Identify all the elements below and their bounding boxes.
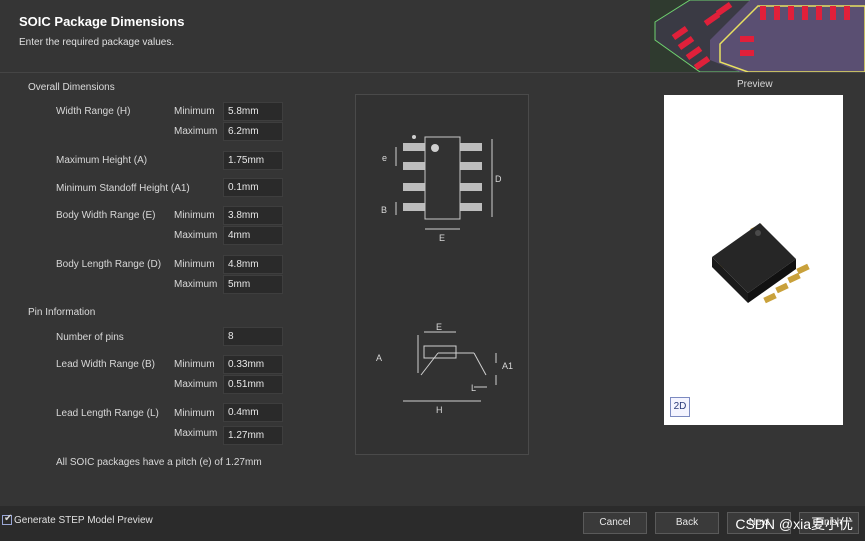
diagram-label-body-e: E (439, 233, 445, 243)
soic-dimension-drawing: e B D E E A A1 L H (376, 135, 513, 415)
diagram-label-l: L (471, 383, 476, 393)
body-width-min-field[interactable]: 3.8mm (223, 206, 283, 225)
diagram-label-e: e (382, 153, 387, 163)
toggle-2d-button[interactable]: 2D (670, 397, 690, 417)
lead-width-label: Lead Width Range (B) (56, 359, 155, 370)
max-height-field[interactable]: 1.75mm (223, 151, 283, 170)
wizard-header: SOIC Package Dimensions Enter the requir… (0, 0, 865, 72)
diagram-label-a1: A1 (502, 361, 513, 371)
num-pins-label: Number of pins (56, 332, 124, 343)
body-length-min-label: Minimum (174, 259, 215, 270)
lead-width-min-label: Minimum (174, 359, 215, 370)
lead-length-max-label: Maximum (174, 428, 218, 439)
preview-panel[interactable]: 2D (664, 95, 843, 425)
body-length-label: Body Length Range (D) (56, 259, 162, 270)
standoff-label: Minimum Standoff Height (A1) (56, 183, 190, 194)
preview-title: Preview (737, 79, 773, 90)
overall-dimensions-heading: Overall Dimensions (28, 82, 115, 93)
standoff-field[interactable]: 0.1mm (223, 178, 283, 197)
max-height-label: Maximum Height (A) (56, 155, 148, 166)
pin-information-heading: Pin Information (28, 307, 96, 318)
lead-width-max-field[interactable]: 0.51mm (223, 375, 283, 394)
pitch-note: All SOIC packages have a pitch (e) of 1.… (56, 457, 262, 468)
lead-length-max-field[interactable]: 1.27mm (223, 426, 283, 445)
wizard-footer: ✔ Generate STEP Model Preview Cancel Bac… (0, 506, 865, 541)
width-range-label: Width Range (H) (56, 106, 131, 117)
back-button[interactable]: Back (655, 512, 719, 534)
body-width-max-field[interactable]: 4mm (223, 226, 283, 245)
watermark: CSDN @xia夏小优 (735, 516, 853, 532)
check-icon: ✔ (4, 513, 13, 524)
body-width-label: Body Width Range (E) (56, 210, 156, 221)
width-min-field[interactable]: 5.8mm (223, 102, 283, 121)
pcb-banner-art (650, 0, 865, 72)
body-width-max-label: Maximum (174, 230, 218, 241)
body-length-min-field[interactable]: 4.8mm (223, 255, 283, 274)
lead-length-label: Lead Length Range (L) (56, 408, 159, 419)
diagram-label-h: H (436, 405, 443, 415)
page-subtitle: Enter the required package values. (19, 37, 175, 48)
cancel-button[interactable]: Cancel (583, 512, 647, 534)
lead-length-min-field[interactable]: 0.4mm (223, 403, 283, 422)
lead-width-max-label: Maximum (174, 379, 218, 390)
width-max-field[interactable]: 6.2mm (223, 122, 283, 141)
diagram-label-d: D (495, 174, 502, 184)
dimension-diagram: e B D E E A A1 L H (355, 94, 529, 455)
generate-step-label[interactable]: Generate STEP Model Preview (14, 515, 153, 526)
body-width-min-label: Minimum (174, 210, 215, 221)
body-length-max-label: Maximum (174, 279, 218, 290)
width-min-label: Minimum (174, 106, 215, 117)
soic-3d-model (712, 223, 810, 304)
diagram-label-lead-e: E (436, 322, 442, 332)
page-title: SOIC Package Dimensions (19, 14, 185, 29)
diagram-label-a: A (376, 353, 382, 363)
wizard-content: Overall Dimensions Width Range (H) Minim… (0, 72, 865, 507)
lead-width-min-field[interactable]: 0.33mm (223, 355, 283, 374)
body-length-max-field[interactable]: 5mm (223, 275, 283, 294)
generate-step-checkbox[interactable]: ✔ (2, 513, 13, 525)
width-max-label: Maximum (174, 126, 218, 137)
num-pins-field[interactable]: 8 (223, 327, 283, 346)
lead-length-min-label: Minimum (174, 408, 215, 419)
diagram-label-b: B (381, 205, 387, 215)
